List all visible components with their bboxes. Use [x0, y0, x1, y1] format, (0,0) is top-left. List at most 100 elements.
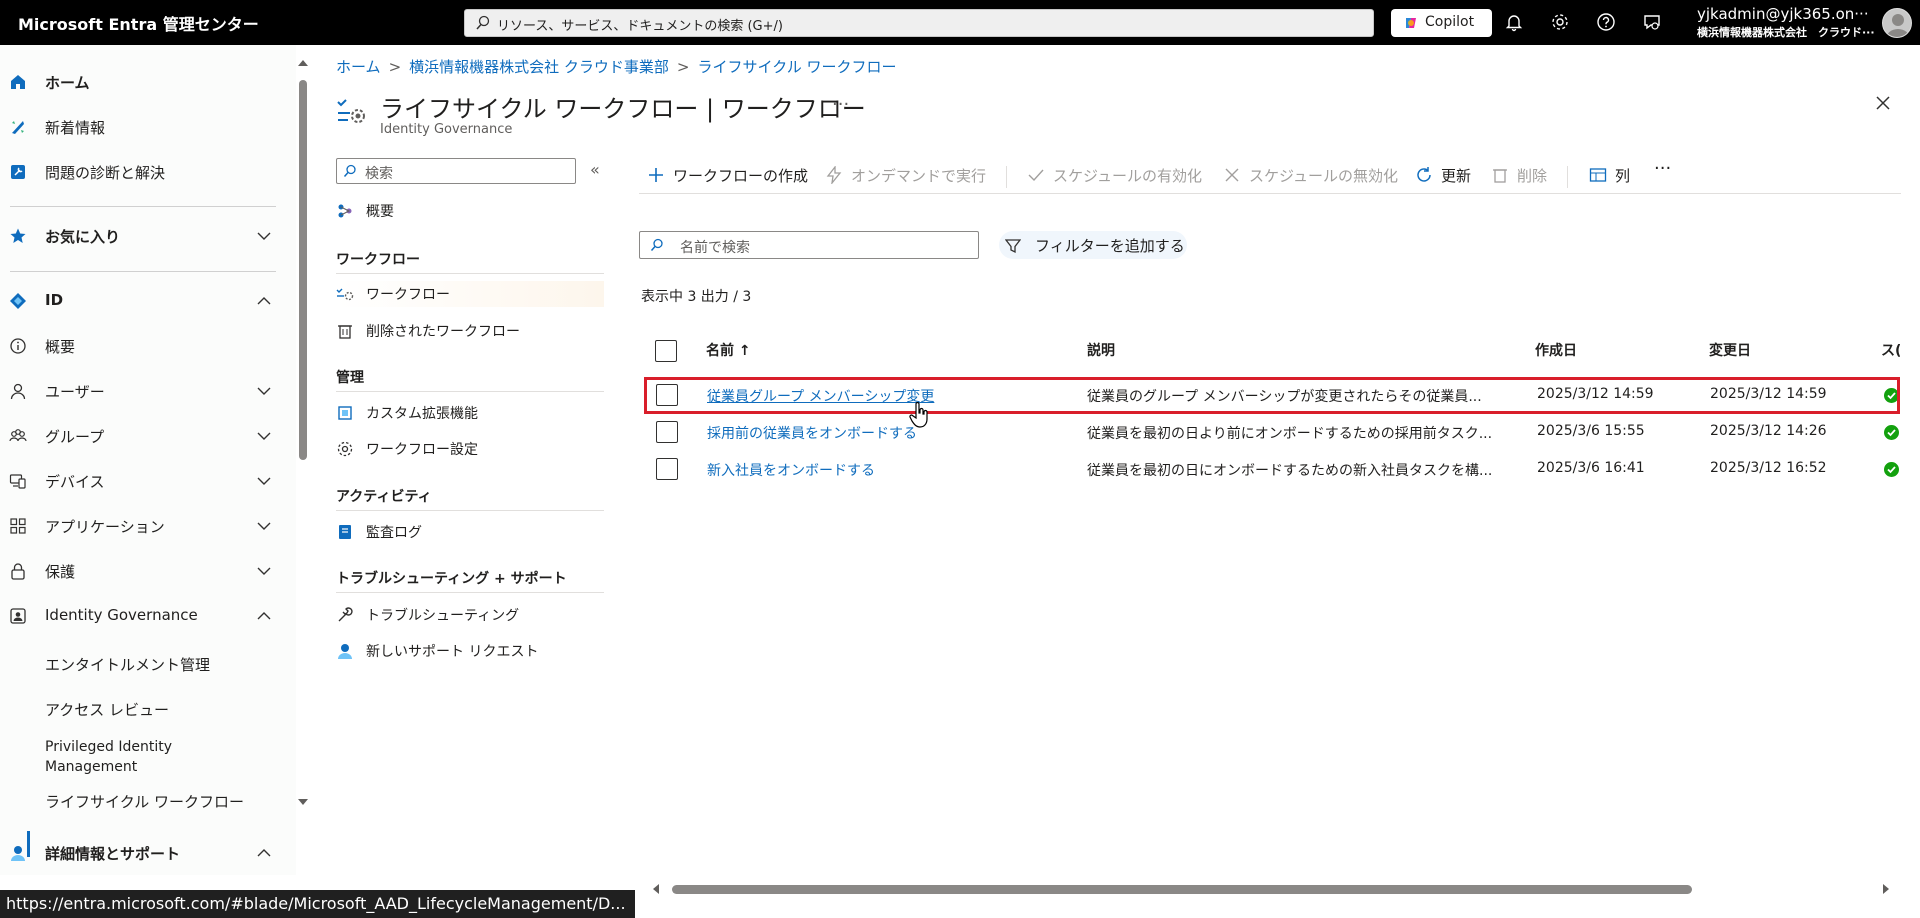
row-checkbox[interactable] [656, 458, 678, 480]
menu-label: 監査ログ [366, 525, 422, 541]
help-icon[interactable] [1596, 12, 1616, 32]
feedback-icon[interactable] [1642, 12, 1662, 32]
copilot-button[interactable]: Copilot [1391, 9, 1492, 37]
account-name: yjkadmin@yjk365.on··· [1697, 5, 1869, 23]
add-filter-button[interactable]: フィルターを追加する [999, 231, 1187, 259]
badge-icon [10, 608, 26, 624]
bell-icon[interactable] [1504, 12, 1524, 32]
menu-search-input[interactable]: 検索 [336, 158, 576, 184]
nav-sub-access-review[interactable]: アクセス レビュー [45, 699, 169, 720]
chevron-down-icon [257, 432, 271, 440]
collapse-menu-button[interactable]: « [590, 160, 600, 179]
breadcrumb-home[interactable]: ホーム [336, 58, 381, 76]
nav-item-identity-governance[interactable]: Identity Governance [0, 597, 290, 635]
nav-item-id[interactable]: ID [0, 282, 290, 320]
nav-sub-lifecycle[interactable]: ライフサイクル ワークフロー [45, 791, 244, 812]
avatar[interactable] [1882, 8, 1912, 38]
nav-item-learn-support[interactable]: 詳細情報とサポート [0, 834, 290, 872]
trash-icon [1493, 169, 1507, 183]
menu-divider [336, 510, 604, 511]
sparkle-icon [12, 121, 24, 134]
column-header-modified[interactable]: 変更日 [1709, 340, 1751, 360]
table-row[interactable]: 新入社員をオンボードする 従業員を最初の日にオンボードするための新入社員タスクを… [644, 451, 1900, 487]
search-icon [650, 238, 663, 251]
nav-sub-pim-line1: Privileged Identity [45, 739, 173, 755]
nav-item-groups[interactable]: グループ [0, 417, 290, 455]
lightning-icon [826, 166, 842, 184]
menu-divider [336, 391, 604, 392]
name-search-input[interactable]: 名前で検索 [639, 231, 979, 259]
menu-search-placeholder: 検索 [365, 166, 393, 182]
columns-icon [1589, 168, 1607, 182]
breadcrumb-separator: > [388, 58, 402, 76]
nav-label: デバイス [45, 473, 105, 491]
table-row[interactable]: 採用前の従業員をオンボードする 従業員を最初の日より前にオンボードするための採用… [644, 414, 1900, 450]
nav-label: ユーザー [45, 383, 105, 401]
scroll-down-icon[interactable] [297, 796, 309, 808]
horizontal-scrollbar[interactable] [648, 880, 1898, 900]
nav-item-users[interactable]: ユーザー [0, 372, 290, 410]
workflow-name-link[interactable]: 採用前の従業員をオンボードする [707, 423, 1077, 443]
command-bar: ワークフローの作成 オンデマンドで実行 スケジュールの有効化 スケジュールの無効… [639, 156, 1901, 194]
gear-icon[interactable] [1550, 12, 1570, 32]
scroll-right-icon[interactable] [1880, 883, 1892, 895]
scroll-left-icon[interactable] [650, 883, 662, 895]
toolbar-more-button[interactable]: ··· [1654, 158, 1671, 184]
workflow-name-link[interactable]: 新入社員をオンボードする [707, 460, 1077, 480]
group-icon [9, 429, 27, 442]
workflow-created: 2025/3/6 16:41 [1537, 460, 1645, 476]
nav-item-applications[interactable]: アプリケーション [0, 507, 290, 545]
column-header-name[interactable]: 名前 ↑ [706, 340, 751, 360]
toolbar-separator [1567, 166, 1568, 188]
nav-label: 問題の診断と解決 [45, 164, 166, 182]
toolbar-separator [1006, 166, 1007, 188]
extension-icon [338, 406, 352, 420]
scroll-up-icon[interactable] [297, 57, 309, 69]
more-options-button[interactable]: ··· [832, 94, 849, 115]
top-bar: Microsoft Entra 管理センター リソース、サービス、ドキュメントの… [0, 0, 1920, 45]
row-checkbox[interactable] [656, 421, 678, 443]
nav-item-diagnose[interactable]: 問題の診断と解決 [0, 153, 290, 191]
nav-item-protection[interactable]: 保護 [0, 552, 290, 590]
button-label: スケジュールの有効化 [1053, 167, 1202, 185]
nav-sub-entitlement[interactable]: エンタイトルメント管理 [45, 654, 210, 675]
breadcrumb-org[interactable]: 横浜情報機器株式会社 クラウド事業部 [409, 58, 669, 76]
select-all-checkbox[interactable] [655, 340, 677, 362]
column-header-description[interactable]: 説明 [1087, 340, 1115, 360]
close-icon[interactable] [1874, 94, 1892, 112]
scrollbar-thumb[interactable] [672, 885, 1692, 894]
button-label: ワークフローの作成 [673, 167, 809, 185]
home-icon [11, 75, 25, 89]
nav-label: ID [45, 291, 64, 309]
button-label: 列 [1615, 167, 1631, 185]
global-search-input[interactable]: リソース、サービス、ドキュメントの検索 (G+/) [464, 9, 1374, 37]
nav-item-devices[interactable]: デバイス [0, 462, 290, 500]
account-info[interactable]: yjkadmin@yjk365.on··· 横浜情報機器株式会社 クラウド··· [1697, 5, 1877, 40]
brand-title[interactable]: Microsoft Entra 管理センター [18, 11, 259, 35]
breadcrumb-current[interactable]: ライフサイクル ワークフロー [698, 58, 897, 76]
nav-divider [10, 206, 276, 207]
menu-item-workflows[interactable]: ワークフロー [336, 281, 604, 307]
column-header-status[interactable]: ス( [1881, 340, 1900, 360]
star-icon [10, 228, 26, 243]
page-title: ライフサイクル ワークフロー | ワークフロー [380, 95, 866, 123]
nav-item-favorites[interactable]: お気に入り [0, 217, 290, 255]
left-nav-scrollbar[interactable] [296, 60, 310, 816]
chevron-down-icon [257, 522, 271, 530]
nav-item-overview[interactable]: 概要 [0, 327, 290, 365]
menu-label: カスタム拡張機能 [366, 406, 478, 422]
column-header-created[interactable]: 作成日 [1535, 340, 1577, 360]
nav-sub-pim[interactable]: Privileged Identity Management [45, 737, 172, 777]
nav-label: グループ [45, 428, 105, 446]
workflow-description: 従業員を最初の日にオンボードするための新入社員タスクを構... [1087, 463, 1493, 479]
nav-item-whats-new[interactable]: 新着情報 [0, 108, 290, 146]
nav-item-home[interactable]: ホーム [0, 63, 290, 101]
check-icon [1028, 169, 1044, 182]
result-count: 表示中 3 出力 / 3 [641, 289, 752, 305]
nav-label: Identity Governance [45, 606, 198, 624]
row-highlight-box [644, 377, 1900, 414]
nav-label: 詳細情報とサポート [45, 845, 181, 863]
scrollbar-thumb[interactable] [299, 80, 307, 460]
menu-divider [336, 273, 604, 274]
info-icon [10, 338, 26, 354]
